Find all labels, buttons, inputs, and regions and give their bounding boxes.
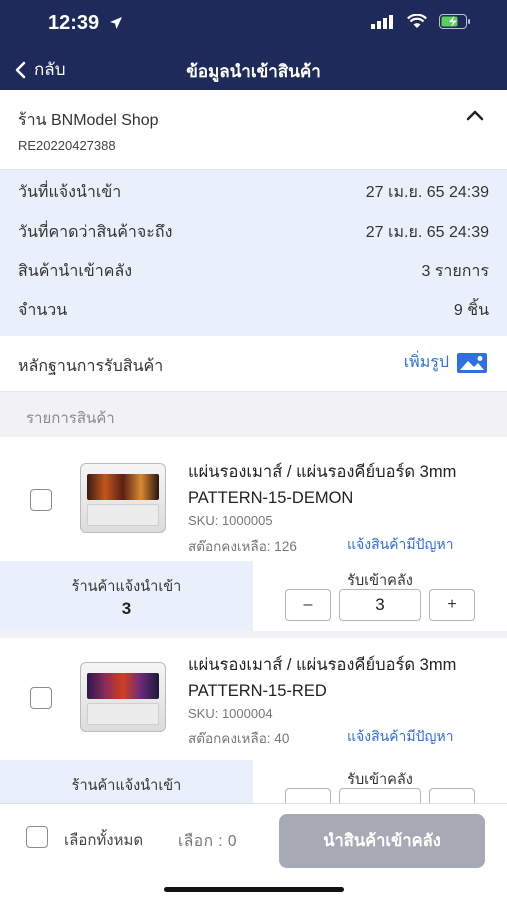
signal-icon [371, 14, 393, 29]
receive-quantity: รับเข้าคลัง – 3 + [253, 561, 507, 631]
report-problem-link[interactable]: แจ้งสินค้ามีปัญหา [347, 534, 454, 556]
product-image-pad [87, 504, 159, 526]
product-card: แผ่นรองเมาส์ / แผ่นรองคีย์บอร์ด 3mm PATT… [0, 638, 507, 803]
location-arrow-icon [109, 17, 122, 29]
chevron-up-icon[interactable] [465, 108, 485, 127]
shop-name: ร้าน BNModel Shop [18, 112, 159, 129]
product-stock: สต๊อกคงเหลือ: 126 [188, 539, 297, 554]
add-photo-button[interactable]: เพิ่มรูป [404, 350, 487, 375]
product-image-pad [87, 703, 159, 725]
status-time: 12:39 [48, 12, 123, 35]
shop-section: ร้าน BNModel Shop RE20220427388 [0, 90, 507, 170]
product-image-artwork [87, 673, 159, 699]
info-label: วันที่คาดว่าสินค้าจะถึง [18, 223, 173, 241]
notified-label: ร้านค้าแจ้งนำเข้า [71, 579, 182, 595]
product-sku: SKU: 1000004 [188, 706, 273, 721]
increment-button[interactable]: + [429, 589, 475, 621]
receive-quantity: รับเข้าคลัง [253, 760, 507, 803]
product-name: แผ่นรองเมาส์ / แผ่นรองคีย์บอร์ด 3mm PATT… [188, 656, 457, 700]
product-checkbox[interactable] [30, 687, 52, 709]
battery-charging-icon [439, 14, 470, 29]
product-name: แผ่นรองเมาส์ / แผ่นรองคีย์บอร์ด 3mm PATT… [188, 463, 457, 507]
product-sku: SKU: 1000005 [188, 513, 273, 528]
evidence-label: หลักฐานการรับสินค้า [18, 358, 164, 375]
info-label: จำนวน [18, 301, 68, 319]
increment-button[interactable] [429, 788, 475, 803]
select-all-checkbox[interactable] [26, 826, 48, 848]
image-icon [457, 352, 487, 373]
selected-count: เลือก : 0 [178, 833, 238, 850]
report-problem-link[interactable]: แจ้งสินค้ามีปัญหา [347, 726, 454, 748]
receive-quantity-input[interactable] [339, 788, 421, 803]
home-indicator [164, 887, 344, 892]
list-header-label: รายการสินค้า [26, 410, 115, 427]
quantity-row: ร้านค้าแจ้งนำเข้า รับเข้าคลัง [0, 760, 507, 803]
product-card: แผ่นรองเมาส์ / แผ่นรองคีย์บอร์ด 3mm PATT… [0, 437, 507, 631]
decrement-button[interactable] [285, 788, 331, 803]
wifi-icon [407, 14, 427, 28]
evidence-section: หลักฐานการรับสินค้า เพิ่มรูป [0, 336, 507, 392]
status-icons [371, 14, 471, 29]
notified-quantity: ร้านค้าแจ้งนำเข้า 3 [0, 561, 253, 631]
info-row-item-count: สินค้านำเข้าคลัง 3 รายการ [18, 259, 489, 283]
import-info: วันที่แจ้งนำเข้า 27 เม.ย. 65 24:39 วันที… [0, 170, 507, 336]
import-code: RE20220427388 [18, 138, 116, 153]
product-list-header: รายการสินค้า [0, 392, 507, 437]
notified-quantity: ร้านค้าแจ้งนำเข้า [0, 760, 253, 803]
info-value: 27 เม.ย. 65 24:39 [365, 223, 489, 241]
clock-text: 12:39 [48, 12, 100, 34]
product-checkbox[interactable] [30, 489, 52, 511]
select-all-label[interactable]: เลือกทั้งหมด [64, 828, 143, 852]
import-to-warehouse-button[interactable]: นำสินค้าเข้าคลัง [279, 814, 485, 868]
product-image-artwork [87, 474, 159, 500]
page-title: ข้อมูลนำเข้าสินค้า [186, 62, 321, 81]
status-bar: 12:39 [0, 0, 507, 48]
info-value: 27 เม.ย. 65 24:39 [365, 183, 489, 201]
product-main: แผ่นรองเมาส์ / แผ่นรองคีย์บอร์ด 3mm PATT… [0, 638, 507, 762]
nav-bar: กลับ ข้อมูลนำเข้าสินค้า [0, 48, 507, 90]
quantity-row: ร้านค้าแจ้งนำเข้า 3 รับเข้าคลัง – 3 + [0, 561, 507, 631]
info-row-expected-date: วันที่คาดว่าสินค้าจะถึง 27 เม.ย. 65 24:3… [18, 220, 489, 244]
bottom-action-bar: เลือกทั้งหมด เลือก : 0 นำสินค้าเข้าคลัง [0, 803, 507, 900]
info-row-notify-date: วันที่แจ้งนำเข้า 27 เม.ย. 65 24:39 [18, 180, 489, 204]
info-value: 3 รายการ [421, 262, 489, 280]
decrement-button[interactable]: – [285, 589, 331, 621]
notified-value: 3 [121, 599, 132, 618]
info-value: 9 ชิ้น [453, 301, 489, 319]
product-image [80, 662, 166, 732]
product-main: แผ่นรองเมาส์ / แผ่นรองคีย์บอร์ด 3mm PATT… [0, 437, 507, 561]
product-image [80, 463, 166, 533]
info-label: สินค้านำเข้าคลัง [18, 262, 133, 280]
product-stock: สต๊อกคงเหลือ: 40 [188, 731, 290, 746]
notified-label: ร้านค้าแจ้งนำเข้า [71, 778, 182, 794]
info-row-quantity: จำนวน 9 ชิ้น [18, 298, 489, 322]
add-photo-label: เพิ่มรูป [403, 354, 449, 371]
receive-quantity-input[interactable]: 3 [339, 589, 421, 621]
info-label: วันที่แจ้งนำเข้า [18, 183, 122, 201]
